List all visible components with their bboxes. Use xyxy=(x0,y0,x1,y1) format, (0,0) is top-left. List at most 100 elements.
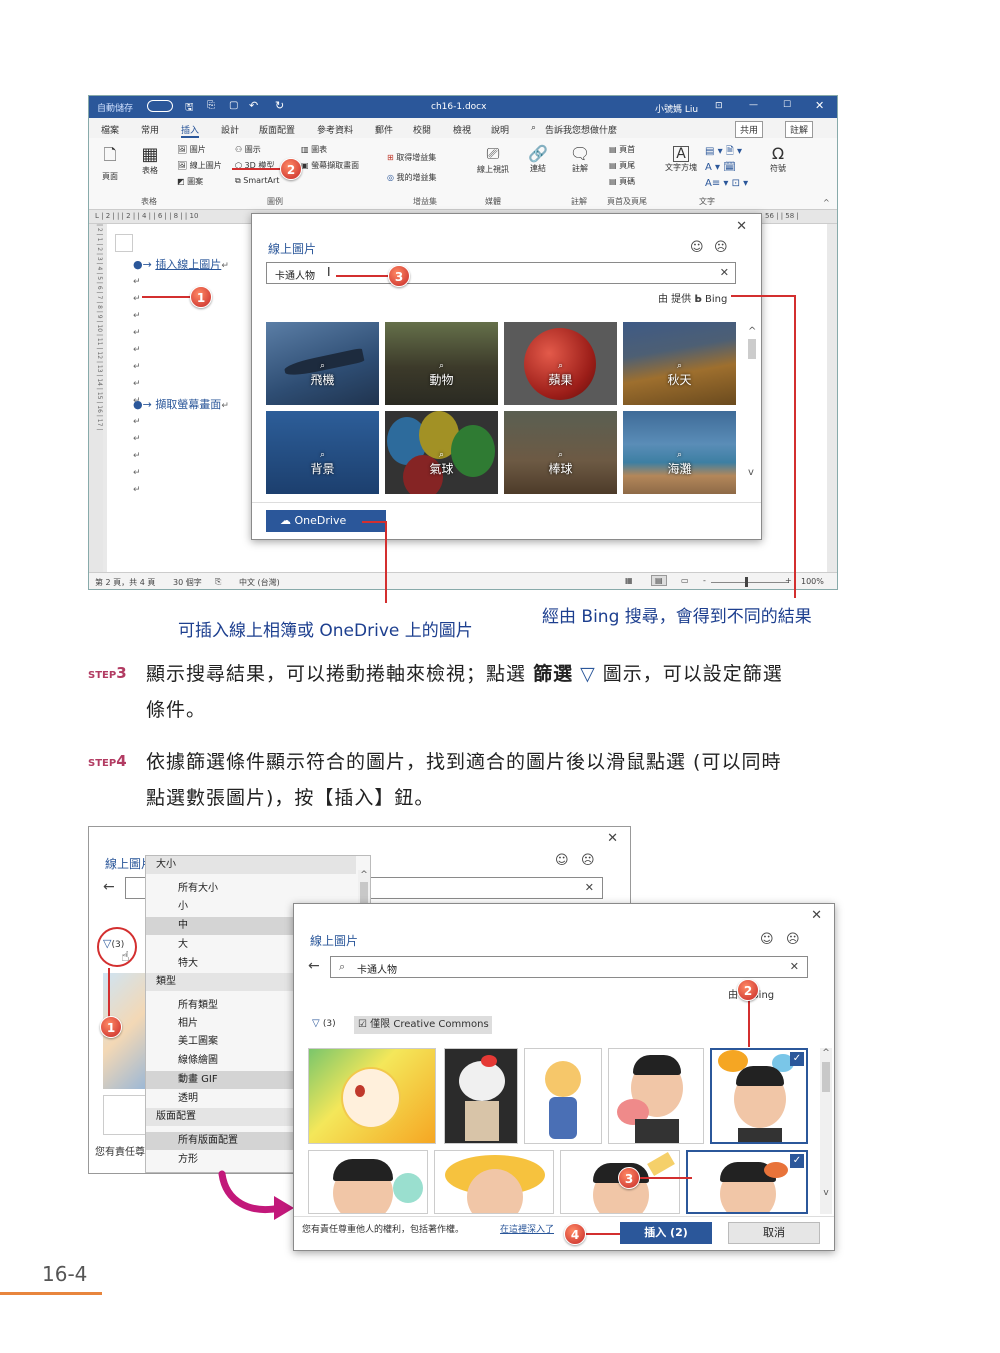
clear-search-icon[interactable]: ✕ xyxy=(790,960,799,973)
frown-icon[interactable]: ☹ xyxy=(714,240,728,255)
tab-view[interactable]: 檢視 xyxy=(453,123,471,136)
print-layout-icon[interactable]: ▤ xyxy=(651,575,667,586)
dialog-close-icon[interactable]: ✕ xyxy=(607,831,618,846)
undo-icon[interactable]: ↶ xyxy=(249,99,258,112)
tab-home[interactable]: 常用 xyxy=(141,123,159,136)
result-thumb-3[interactable] xyxy=(524,1048,602,1144)
zoom-out-icon[interactable]: - xyxy=(703,576,706,585)
open-icon[interactable]: ⎘ xyxy=(207,100,215,111)
category-animals[interactable]: ⌕ 動物 xyxy=(385,322,498,405)
comment-insert-button[interactable]: 🗨 註解 xyxy=(567,144,593,174)
text-tools[interactable]: ▤ ▾ 🗎 ▾ A ▾ 🗓 A≡ ▾ ⊡ ▾ xyxy=(705,144,748,192)
clear-search-icon[interactable]: ✕ xyxy=(585,881,594,894)
screenshot-button[interactable]: ▣ 螢幕擷取畫面 xyxy=(301,160,359,171)
menu-size-all[interactable]: 所有大小 xyxy=(146,880,356,898)
minimize-icon[interactable]: — xyxy=(749,100,758,110)
comments-button[interactable]: 註解 xyxy=(785,121,814,138)
learn-more-link[interactable]: 在這裡深入了 xyxy=(500,1222,554,1235)
tab-layout[interactable]: 版面配置 xyxy=(259,123,295,136)
header-button[interactable]: ▤ 頁首 xyxy=(609,144,635,155)
cc-toggle[interactable]: ☑ 僅限 Creative Commons xyxy=(354,1016,492,1034)
tab-references[interactable]: 參考資料 xyxy=(317,123,353,136)
selected-check-icon[interactable]: ✓ xyxy=(790,1052,804,1066)
doc-line-1[interactable]: ●→ 插入線上圖片↵ xyxy=(133,256,229,272)
maximize-icon[interactable]: ☐ xyxy=(783,100,791,110)
textbox-button[interactable]: A 文字方塊 xyxy=(663,146,699,173)
get-addins-button[interactable]: ⊞ 取得增益集 xyxy=(387,152,436,163)
tab-file[interactable]: 檔案 xyxy=(101,123,119,136)
web-layout-icon[interactable]: ▭ xyxy=(681,576,689,585)
scroll-down-icon[interactable]: v xyxy=(820,1188,832,1198)
search-input[interactable]: 卡通人物 I ✕ xyxy=(266,262,736,284)
icons-button[interactable]: ⚇ 圖示 xyxy=(235,144,261,155)
tab-design[interactable]: 設計 xyxy=(221,123,239,136)
footer-button[interactable]: ▤ 頁尾 xyxy=(609,160,635,171)
scroll-up-icon[interactable]: ^ xyxy=(820,1048,832,1058)
status-words[interactable]: 30 個字 xyxy=(173,577,202,588)
zoom-slider[interactable] xyxy=(711,582,789,583)
search-input[interactable]: ⌕ 卡通人物 ✕ xyxy=(330,956,808,978)
user-name[interactable]: 小號媽 Liu xyxy=(655,102,698,115)
zoom-in-icon[interactable]: + xyxy=(785,576,792,585)
smile-icon[interactable]: ☺ xyxy=(555,853,569,868)
result-thumb-partial-2[interactable] xyxy=(103,1095,147,1135)
result-thumb-2[interactable] xyxy=(444,1048,518,1144)
scroll-down-icon[interactable]: v xyxy=(748,467,758,478)
zoom-thumb[interactable] xyxy=(745,577,748,587)
scroll-up-icon[interactable]: ^ xyxy=(358,870,370,880)
tellme-input[interactable]: 告訴我您想做什麼 xyxy=(545,123,617,136)
tab-review[interactable]: 校閱 xyxy=(413,123,431,136)
zoom-level[interactable]: 100% xyxy=(801,577,824,586)
proofing-icon[interactable]: ⎘ xyxy=(215,577,221,587)
table-button[interactable]: ▦ 表格 xyxy=(135,144,165,176)
close-icon[interactable]: ✕ xyxy=(815,99,824,112)
frown-icon[interactable]: ☹ xyxy=(786,932,800,947)
result-thumb-7[interactable] xyxy=(434,1150,554,1214)
doc-line-2[interactable]: ●→ 擷取螢幕畫面↵ xyxy=(133,396,229,412)
result-thumb-4[interactable] xyxy=(608,1048,704,1144)
category-airplane[interactable]: ⌕ 飛機 xyxy=(266,322,379,405)
page-button[interactable]: 🗋 頁面 xyxy=(97,144,123,182)
back-arrow-icon[interactable]: ← xyxy=(308,958,320,974)
smartart-button[interactable]: ⧉ SmartArt xyxy=(235,176,279,186)
online-video-button[interactable]: ⎚ 線上視訊 xyxy=(475,144,511,175)
result-thumb-1[interactable] xyxy=(308,1048,436,1144)
link-button[interactable]: 🔗 連結 xyxy=(525,144,551,174)
category-beach[interactable]: ⌕ 海灘 xyxy=(623,411,736,494)
scroll-up-icon[interactable]: ^ xyxy=(748,326,758,337)
read-mode-icon[interactable]: ▦ xyxy=(625,576,633,585)
new-icon[interactable]: ▢ xyxy=(229,100,238,111)
chart-button[interactable]: ▥ 圖表 xyxy=(301,144,327,155)
tellme-icon[interactable]: ⌕ xyxy=(531,123,536,133)
result-thumb-5-selected[interactable]: ✓ xyxy=(710,1048,808,1144)
tab-help[interactable]: 說明 xyxy=(491,123,509,136)
tab-mailings[interactable]: 郵件 xyxy=(375,123,393,136)
autosave-toggle[interactable] xyxy=(147,100,173,112)
insert-button[interactable]: 插入 (2) xyxy=(620,1222,712,1244)
category-apple[interactable]: ⌕ 蘋果 xyxy=(504,322,617,405)
autosave-label[interactable]: 自動儲存 xyxy=(97,101,133,114)
scroll-thumb[interactable] xyxy=(822,1062,830,1092)
back-arrow-icon[interactable]: ← xyxy=(103,879,115,895)
filter-button[interactable]: ▽ (3) xyxy=(312,1018,336,1029)
selected-check-icon[interactable]: ✓ xyxy=(790,1154,804,1168)
save-icon[interactable]: 🖫 xyxy=(185,100,194,117)
clear-search-icon[interactable]: ✕ xyxy=(720,266,729,279)
frown-icon[interactable]: ☹ xyxy=(581,853,595,868)
category-balloons[interactable]: ⌕ 氣球 xyxy=(385,411,498,494)
category-background[interactable]: ⌕ 背景 xyxy=(266,411,379,494)
smile-icon[interactable]: ☺ xyxy=(690,240,704,255)
category-baseball[interactable]: ⌕ 棒球 xyxy=(504,411,617,494)
result-thumb-6[interactable] xyxy=(308,1150,428,1214)
results-scrollbar[interactable]: ^ v xyxy=(820,1048,832,1214)
share-button[interactable]: 共用 xyxy=(735,121,764,138)
scroll-thumb[interactable] xyxy=(748,339,756,359)
tab-insert[interactable]: 插入 xyxy=(181,123,200,138)
status-page[interactable]: 第 2 頁，共 4 頁 xyxy=(95,577,155,588)
shapes-button[interactable]: ◩ 圖案 xyxy=(177,176,203,187)
symbol-button[interactable]: Ω 符號 xyxy=(765,144,791,174)
redo-icon[interactable]: ↻ xyxy=(275,99,284,112)
result-thumb-9-selected[interactable]: ✓ xyxy=(686,1150,808,1214)
ribbon-display-icon[interactable]: ⊡ xyxy=(715,101,723,111)
online-picture-button[interactable]: 🖼 線上圖片 xyxy=(177,160,222,171)
